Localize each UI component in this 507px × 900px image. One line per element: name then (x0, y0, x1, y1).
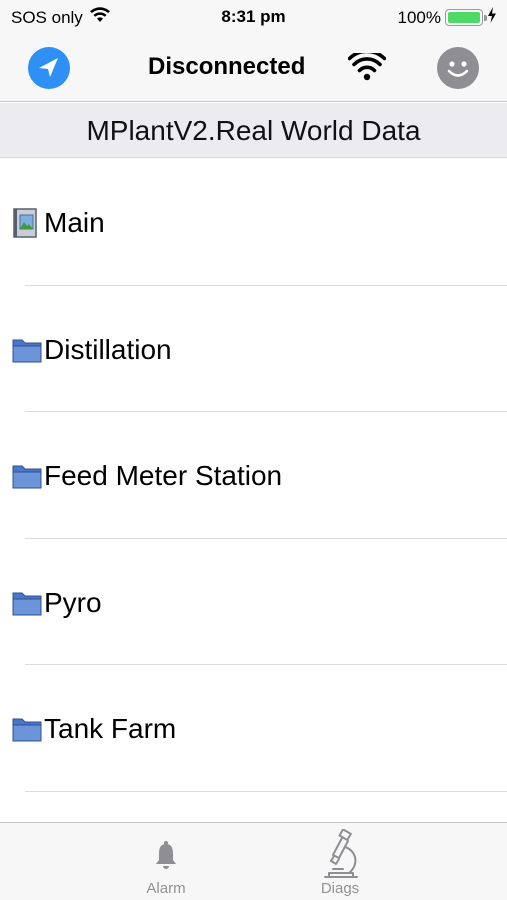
list-item-label: Main (44, 207, 105, 238)
list-item-label: Pyro (44, 586, 102, 618)
connection-status-title: Disconnected (148, 53, 306, 80)
list-item-main[interactable]: Main (0, 159, 507, 286)
list-item-feed-meter-station[interactable]: Feed Meter Station (0, 412, 507, 539)
wifi-icon (347, 49, 387, 86)
tab-alarm[interactable]: Alarm (106, 823, 226, 900)
section-header: MPlantV2.Real World Data (0, 103, 507, 158)
list-item-tank-farm[interactable]: Tank Farm (0, 665, 507, 792)
list-item-label: Feed Meter Station (44, 460, 283, 491)
nav-bar: Disconnected (0, 34, 507, 102)
tab-label: Diags (320, 880, 360, 897)
folder-icon (11, 460, 43, 495)
folder-icon (11, 713, 43, 748)
battery-percent: 100% (397, 7, 441, 27)
section-title: MPlantV2.Real World Data (86, 115, 421, 146)
charging-bolt-icon (487, 7, 497, 28)
location-arrow-icon[interactable] (28, 47, 70, 89)
status-battery: 100% (398, 7, 497, 28)
folder-icon (11, 587, 43, 622)
bell-icon (106, 829, 226, 871)
list-item-label: Tank Farm (44, 713, 177, 744)
battery-icon (445, 9, 487, 26)
smiley-face-icon[interactable] (437, 47, 479, 89)
tab-diags[interactable]: Diags (280, 823, 400, 900)
list-item-pyro[interactable]: Pyro (0, 539, 507, 665)
status-bar: SOS only 8:31 pm 100% (0, 0, 507, 34)
list-item-label: Distillation (44, 333, 172, 365)
tab-bar: Alarm Diags (0, 822, 507, 900)
list-item-distillation[interactable]: Distillation (0, 286, 507, 412)
microscope-icon (280, 829, 400, 881)
row-divider (25, 790, 507, 792)
tab-label: Alarm (146, 880, 186, 897)
display-list: Main Distillation Feed Meter Station Pyr… (0, 159, 507, 792)
display-page-icon (11, 207, 39, 244)
folder-icon (11, 334, 43, 369)
